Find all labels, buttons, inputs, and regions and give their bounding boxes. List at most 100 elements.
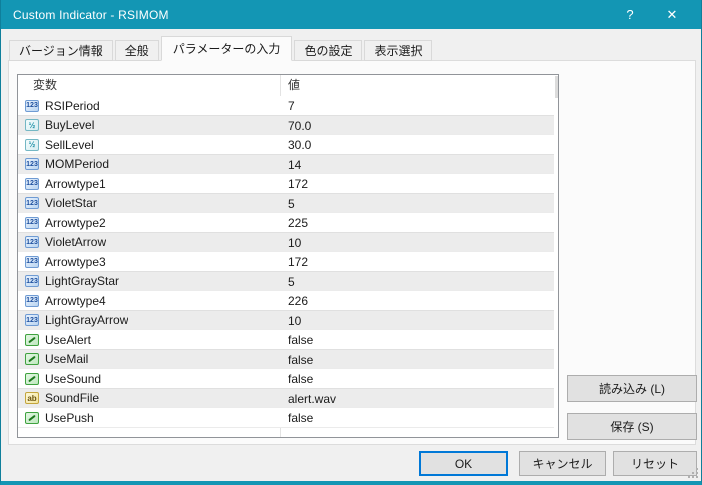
int-type-icon: 123 [25,158,39,170]
resize-grip-icon[interactable] [687,468,698,479]
parameter-value[interactable]: 14 [288,155,301,175]
close-button[interactable]: ✕ [651,0,693,29]
tab-display-selection[interactable]: 表示選択 [364,40,433,61]
parameter-value[interactable]: 225 [288,213,308,233]
parameter-name: Arrowtype1 [45,176,106,191]
parameter-name: Arrowtype4 [45,293,106,308]
table-row[interactable]: 123 LightGrayArrow 10 [18,310,554,330]
window-title: Custom Indicator - RSIMOM [13,7,169,22]
table-row[interactable]: UseSound false [18,369,554,389]
parameter-name: VioletArrow [45,235,107,249]
table-row[interactable]: ab SoundFile alert.wav [18,388,554,408]
string-type-icon: ab [25,392,39,404]
tab-general[interactable]: 全般 [114,40,159,61]
table-row[interactable]: 123 LightGrayStar 5 [18,271,554,291]
parameter-name-cell: 123 Arrowtype4 [18,294,106,308]
tab-parameters[interactable]: パラメーターの入力 [160,36,293,61]
parameter-name: Arrowtype3 [45,254,106,269]
parameter-name-cell: ½ BuyLevel [18,118,94,132]
table-row[interactable]: 123 VioletArrow 10 [18,232,554,252]
table-row[interactable]: ½ SellLevel 30.0 [18,135,554,155]
parameter-value[interactable]: alert.wav [288,389,336,409]
ok-button[interactable]: OK [419,451,508,476]
double-type-icon: ½ [25,119,39,131]
int-type-icon: 123 [25,236,39,248]
table-row[interactable]: 123 Arrowtype1 172 [18,174,554,194]
table-row[interactable]: 123 Arrowtype3 172 [18,252,554,272]
parameter-name-cell: 123 RSIPeriod [18,99,100,113]
double-type-icon: ½ [25,138,39,151]
parameter-name: BuyLevel [45,118,95,132]
parameter-name: RSIPeriod [45,98,100,113]
table-row[interactable]: 123 MOMPeriod 14 [18,154,554,174]
table-header: 変数 値 [18,75,558,96]
parameter-name-cell: UseMail [18,352,88,366]
parameter-name: UseSound [45,371,102,386]
parameter-value[interactable]: 10 [288,233,301,253]
parameter-name-cell: 123 VioletArrow [18,235,106,249]
int-type-icon: 123 [25,294,39,307]
parameter-value[interactable]: 226 [288,291,308,311]
parameter-name: VioletStar [45,196,97,210]
table-row[interactable]: 123 VioletStar 5 [18,193,554,213]
table-row[interactable]: ½ BuyLevel 70.0 [18,115,554,135]
cancel-button[interactable]: キャンセル [519,451,606,476]
parameter-name-cell: UseSound [18,372,101,386]
column-header-value[interactable]: 値 [288,75,300,96]
parameter-name: SellLevel [45,137,94,152]
parameter-value[interactable]: false [288,350,313,370]
parameter-value[interactable]: 30.0 [288,135,311,155]
help-button[interactable]: ? [609,0,651,29]
parameter-name: UseAlert [45,332,92,347]
reset-button[interactable]: リセット [613,451,697,476]
titlebar-buttons: ? ✕ [609,0,693,29]
parameter-value[interactable]: false [288,330,313,350]
load-button[interactable]: 読み込み (L) [567,375,697,402]
table-row[interactable]: 123 RSIPeriod 7 [18,96,554,116]
parameter-name-cell: UsePush [18,411,94,425]
int-type-icon: 123 [25,99,39,112]
scrollbar-thumb[interactable] [555,76,558,98]
bool-type-icon [25,353,39,365]
parameter-value[interactable]: 172 [288,252,308,272]
table-row[interactable]: UseMail false [18,349,554,369]
parameter-name-cell: 123 MOMPeriod [18,157,109,171]
parameter-value[interactable]: 172 [288,174,308,194]
int-type-icon: 123 [25,314,39,326]
parameter-name: MOMPeriod [45,157,110,171]
tab-version-info[interactable]: バージョン情報 [9,40,113,61]
column-header-variable[interactable]: 変数 [33,75,57,96]
parameter-value[interactable]: false [288,408,313,428]
parameter-name-cell: 123 LightGrayStar [18,274,119,288]
parameter-value[interactable]: false [288,369,313,389]
table-body: 123 RSIPeriod 7 ½ BuyLevel 70.0 ½ SellLevel 30.0… [18,96,554,428]
int-type-icon: 123 [25,177,39,190]
parameter-name-cell: 123 Arrowtype1 [18,177,106,191]
bool-type-icon [25,333,39,346]
parameters-tab-page: 変数 値 123 RSIPeriod 7 ½ BuyLevel 70.0 ½ SellLeve… [8,60,697,445]
int-type-icon: 123 [25,275,39,287]
parameter-name-cell: ½ SellLevel [18,138,94,152]
titlebar[interactable]: Custom Indicator - RSIMOM ? ✕ [1,0,701,29]
table-row[interactable]: UseAlert false [18,330,554,350]
parameter-name-cell: UseAlert [18,333,91,347]
parameter-name-cell: 123 Arrowtype2 [18,216,106,230]
parameter-value[interactable]: 10 [288,311,301,331]
parameter-name: LightGrayStar [45,274,120,288]
tab-color-settings[interactable]: 色の設定 [294,40,363,61]
bool-type-icon [25,411,39,424]
parameters-table: 変数 値 123 RSIPeriod 7 ½ BuyLevel 70.0 ½ SellLeve… [17,74,559,438]
parameter-value[interactable]: 7 [288,96,295,116]
parameter-name-cell: 123 VioletStar [18,196,97,210]
parameter-value[interactable]: 5 [288,194,295,214]
parameter-name: LightGrayArrow [45,313,129,327]
table-row[interactable]: 123 Arrowtype2 225 [18,213,554,233]
parameter-value[interactable]: 70.0 [288,116,311,136]
save-button[interactable]: 保存 (S) [567,413,697,440]
parameter-name-cell: 123 LightGrayArrow [18,313,128,327]
table-row[interactable]: UsePush false [18,408,554,428]
parameter-value[interactable]: 5 [288,272,295,292]
int-type-icon: 123 [25,255,39,268]
table-row[interactable]: 123 Arrowtype4 226 [18,291,554,311]
parameter-name-cell: 123 Arrowtype3 [18,255,106,269]
